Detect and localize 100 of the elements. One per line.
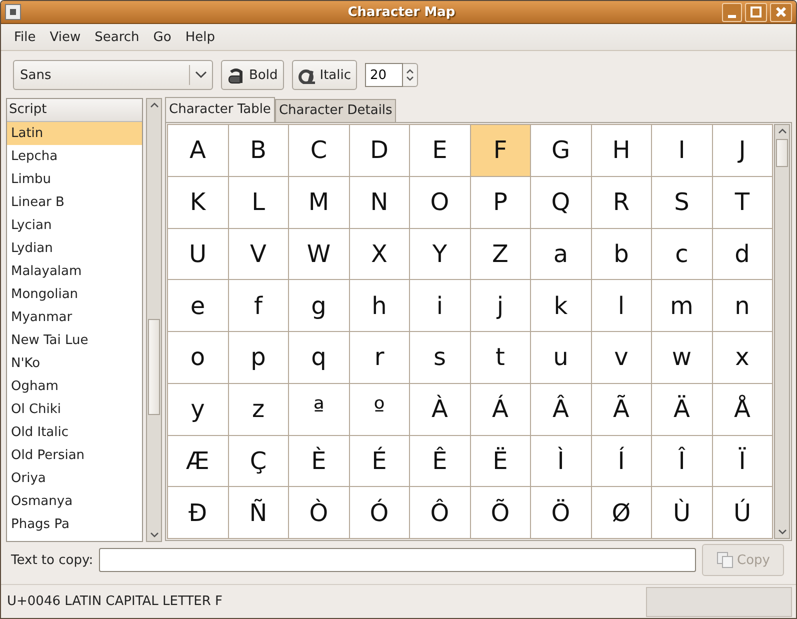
bold-button[interactable]: Bold: [221, 60, 284, 90]
character-cell[interactable]: R: [592, 176, 651, 228]
character-cell[interactable]: º: [350, 384, 409, 434]
scrollbar[interactable]: [774, 124, 790, 539]
scrollbar-thumb[interactable]: [148, 319, 160, 415]
list-item[interactable]: Oriya: [7, 467, 142, 490]
character-cell[interactable]: À: [410, 384, 470, 434]
tab[interactable]: Character Table: [165, 97, 275, 122]
character-cell[interactable]: J: [712, 125, 772, 176]
list-item[interactable]: Ol Chiki: [7, 398, 142, 421]
menu-item[interactable]: Help: [178, 30, 222, 44]
character-cell[interactable]: b: [592, 228, 651, 280]
character-cell[interactable]: p: [228, 332, 288, 383]
character-cell[interactable]: Ó: [350, 487, 409, 538]
character-cell[interactable]: M: [289, 176, 348, 228]
character-cell[interactable]: E: [410, 125, 470, 176]
character-cell[interactable]: f: [228, 280, 288, 331]
window-menu-button[interactable]: [5, 4, 21, 20]
font-dropdown[interactable]: Sans: [13, 60, 213, 90]
list-item[interactable]: Mongolian: [7, 283, 142, 306]
character-cell[interactable]: Ú: [712, 487, 772, 538]
scrollbar[interactable]: [146, 98, 162, 542]
list-item[interactable]: Myanmar: [7, 306, 142, 329]
character-cell[interactable]: y: [168, 384, 228, 434]
character-cell[interactable]: D: [350, 125, 409, 176]
list-item[interactable]: Lycian: [7, 214, 142, 237]
close-button[interactable]: [770, 2, 792, 22]
scrollbar-thumb[interactable]: [776, 139, 788, 167]
character-cell[interactable]: C: [289, 125, 348, 176]
character-cell[interactable]: a: [531, 228, 590, 280]
character-cell[interactable]: Ê: [410, 436, 470, 486]
character-cell[interactable]: A: [168, 125, 228, 176]
character-cell[interactable]: Î: [652, 436, 712, 486]
character-cell[interactable]: É: [350, 436, 409, 486]
character-cell[interactable]: e: [168, 280, 228, 331]
character-cell[interactable]: i: [410, 280, 470, 331]
list-item[interactable]: Phags Pa: [7, 513, 142, 536]
character-cell[interactable]: F: [470, 125, 530, 176]
character-cell[interactable]: x: [712, 332, 772, 383]
character-cell[interactable]: Ð: [168, 487, 228, 538]
character-cell[interactable]: H: [592, 125, 651, 176]
character-cell[interactable]: Q: [531, 176, 590, 228]
character-cell[interactable]: w: [652, 332, 712, 383]
character-cell[interactable]: n: [712, 280, 772, 331]
menu-item[interactable]: Go: [146, 30, 178, 44]
list-item[interactable]: Malayalam: [7, 260, 142, 283]
character-cell[interactable]: r: [350, 332, 409, 383]
character-cell[interactable]: Â: [531, 384, 590, 434]
character-cell[interactable]: ª: [289, 384, 348, 434]
character-cell[interactable]: j: [470, 280, 530, 331]
character-cell[interactable]: L: [228, 176, 288, 228]
maximize-button[interactable]: [745, 2, 767, 22]
character-cell[interactable]: d: [712, 228, 772, 280]
character-cell[interactable]: S: [652, 176, 712, 228]
character-cell[interactable]: t: [470, 332, 530, 383]
tab[interactable]: Character Details: [274, 99, 396, 122]
list-item[interactable]: Old Italic: [7, 421, 142, 444]
character-cell[interactable]: Ñ: [228, 487, 288, 538]
character-cell[interactable]: Z: [470, 228, 530, 280]
character-cell[interactable]: B: [228, 125, 288, 176]
character-cell[interactable]: È: [289, 436, 348, 486]
list-item[interactable]: Linear B: [7, 191, 142, 214]
character-cell[interactable]: z: [228, 384, 288, 434]
character-cell[interactable]: W: [289, 228, 348, 280]
character-cell[interactable]: Ï: [712, 436, 772, 486]
list-item[interactable]: Lepcha: [7, 145, 142, 168]
character-cell[interactable]: Ö: [531, 487, 590, 538]
character-cell[interactable]: c: [652, 228, 712, 280]
minimize-button[interactable]: [722, 2, 742, 22]
list-item[interactable]: Latin: [7, 122, 142, 145]
character-cell[interactable]: Ô: [410, 487, 470, 538]
character-cell[interactable]: Ì: [531, 436, 590, 486]
character-cell[interactable]: g: [289, 280, 348, 331]
character-cell[interactable]: G: [531, 125, 590, 176]
column-header[interactable]: Script: [7, 99, 142, 122]
character-cell[interactable]: Í: [592, 436, 651, 486]
character-cell[interactable]: Ù: [652, 487, 712, 538]
character-cell[interactable]: v: [592, 332, 651, 383]
character-cell[interactable]: u: [531, 332, 590, 383]
character-cell[interactable]: I: [652, 125, 712, 176]
list-item[interactable]: New Tai Lue: [7, 329, 142, 352]
list-item[interactable]: Lydian: [7, 237, 142, 260]
text-to-copy-field[interactable]: [99, 548, 696, 572]
character-cell[interactable]: m: [652, 280, 712, 331]
character-cell[interactable]: Ã: [592, 384, 651, 434]
character-cell[interactable]: Õ: [470, 487, 530, 538]
character-cell[interactable]: Ò: [289, 487, 348, 538]
character-cell[interactable]: U: [168, 228, 228, 280]
character-cell[interactable]: Á: [470, 384, 530, 434]
character-cell[interactable]: P: [470, 176, 530, 228]
character-cell[interactable]: X: [350, 228, 409, 280]
character-cell[interactable]: Æ: [168, 436, 228, 486]
list-item[interactable]: Ogham: [7, 375, 142, 398]
list-item[interactable]: Old Persian: [7, 444, 142, 467]
character-cell[interactable]: Ä: [652, 384, 712, 434]
character-cell[interactable]: N: [350, 176, 409, 228]
character-cell[interactable]: T: [712, 176, 772, 228]
menu-item[interactable]: Search: [88, 30, 146, 44]
italic-button[interactable]: Italic: [292, 60, 358, 90]
list-item[interactable]: Osmanya: [7, 490, 142, 513]
